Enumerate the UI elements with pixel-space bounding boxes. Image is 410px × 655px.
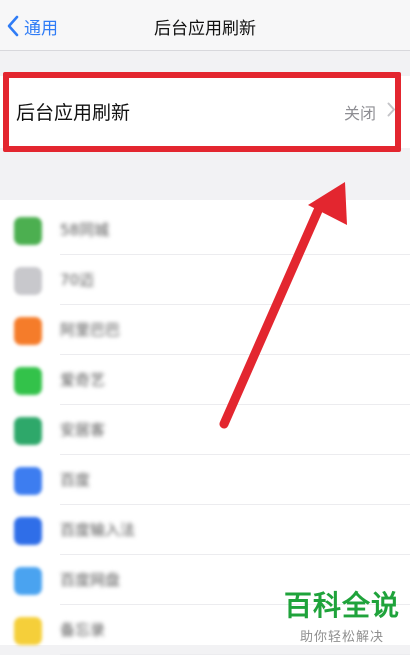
watermark-subtitle: 助你轻松解决: [299, 630, 384, 645]
watermark-title: 百科全说: [283, 589, 400, 622]
pointer-arrow: [219, 182, 347, 429]
watermark: 百科全说 助你轻松解决: [282, 584, 402, 645]
